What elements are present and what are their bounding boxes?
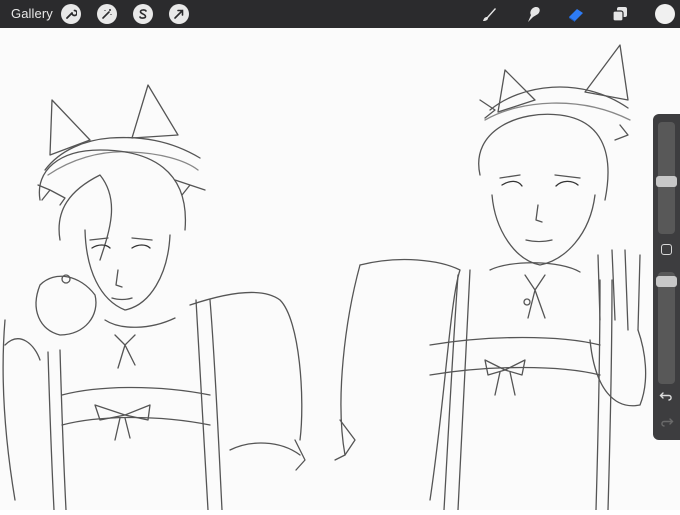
opacity-thumb[interactable] — [656, 276, 677, 287]
top-toolbar: Gallery — [0, 0, 680, 28]
redo-icon[interactable] — [659, 416, 674, 431]
brush-size-slider[interactable] — [656, 122, 677, 234]
selection-s-icon[interactable] — [133, 4, 153, 24]
drawing-canvas[interactable] — [0, 28, 680, 511]
brush-size-thumb[interactable] — [656, 176, 677, 187]
wrench-icon[interactable] — [61, 4, 81, 24]
layers-icon[interactable] — [610, 4, 630, 24]
modify-square-icon[interactable] — [661, 244, 672, 255]
smudge-icon[interactable] — [523, 4, 543, 24]
transform-arrow-icon[interactable] — [169, 4, 189, 24]
magic-wand-icon[interactable] — [97, 4, 117, 24]
eraser-icon[interactable] — [566, 4, 586, 24]
color-picker-button[interactable] — [655, 4, 675, 24]
gallery-button[interactable]: Gallery — [11, 6, 53, 21]
opacity-slider[interactable] — [656, 272, 677, 384]
brush-icon[interactable] — [479, 4, 499, 24]
sketch-artwork — [2, 44, 647, 511]
brush-sidebar — [653, 114, 680, 440]
undo-icon[interactable] — [659, 390, 674, 405]
